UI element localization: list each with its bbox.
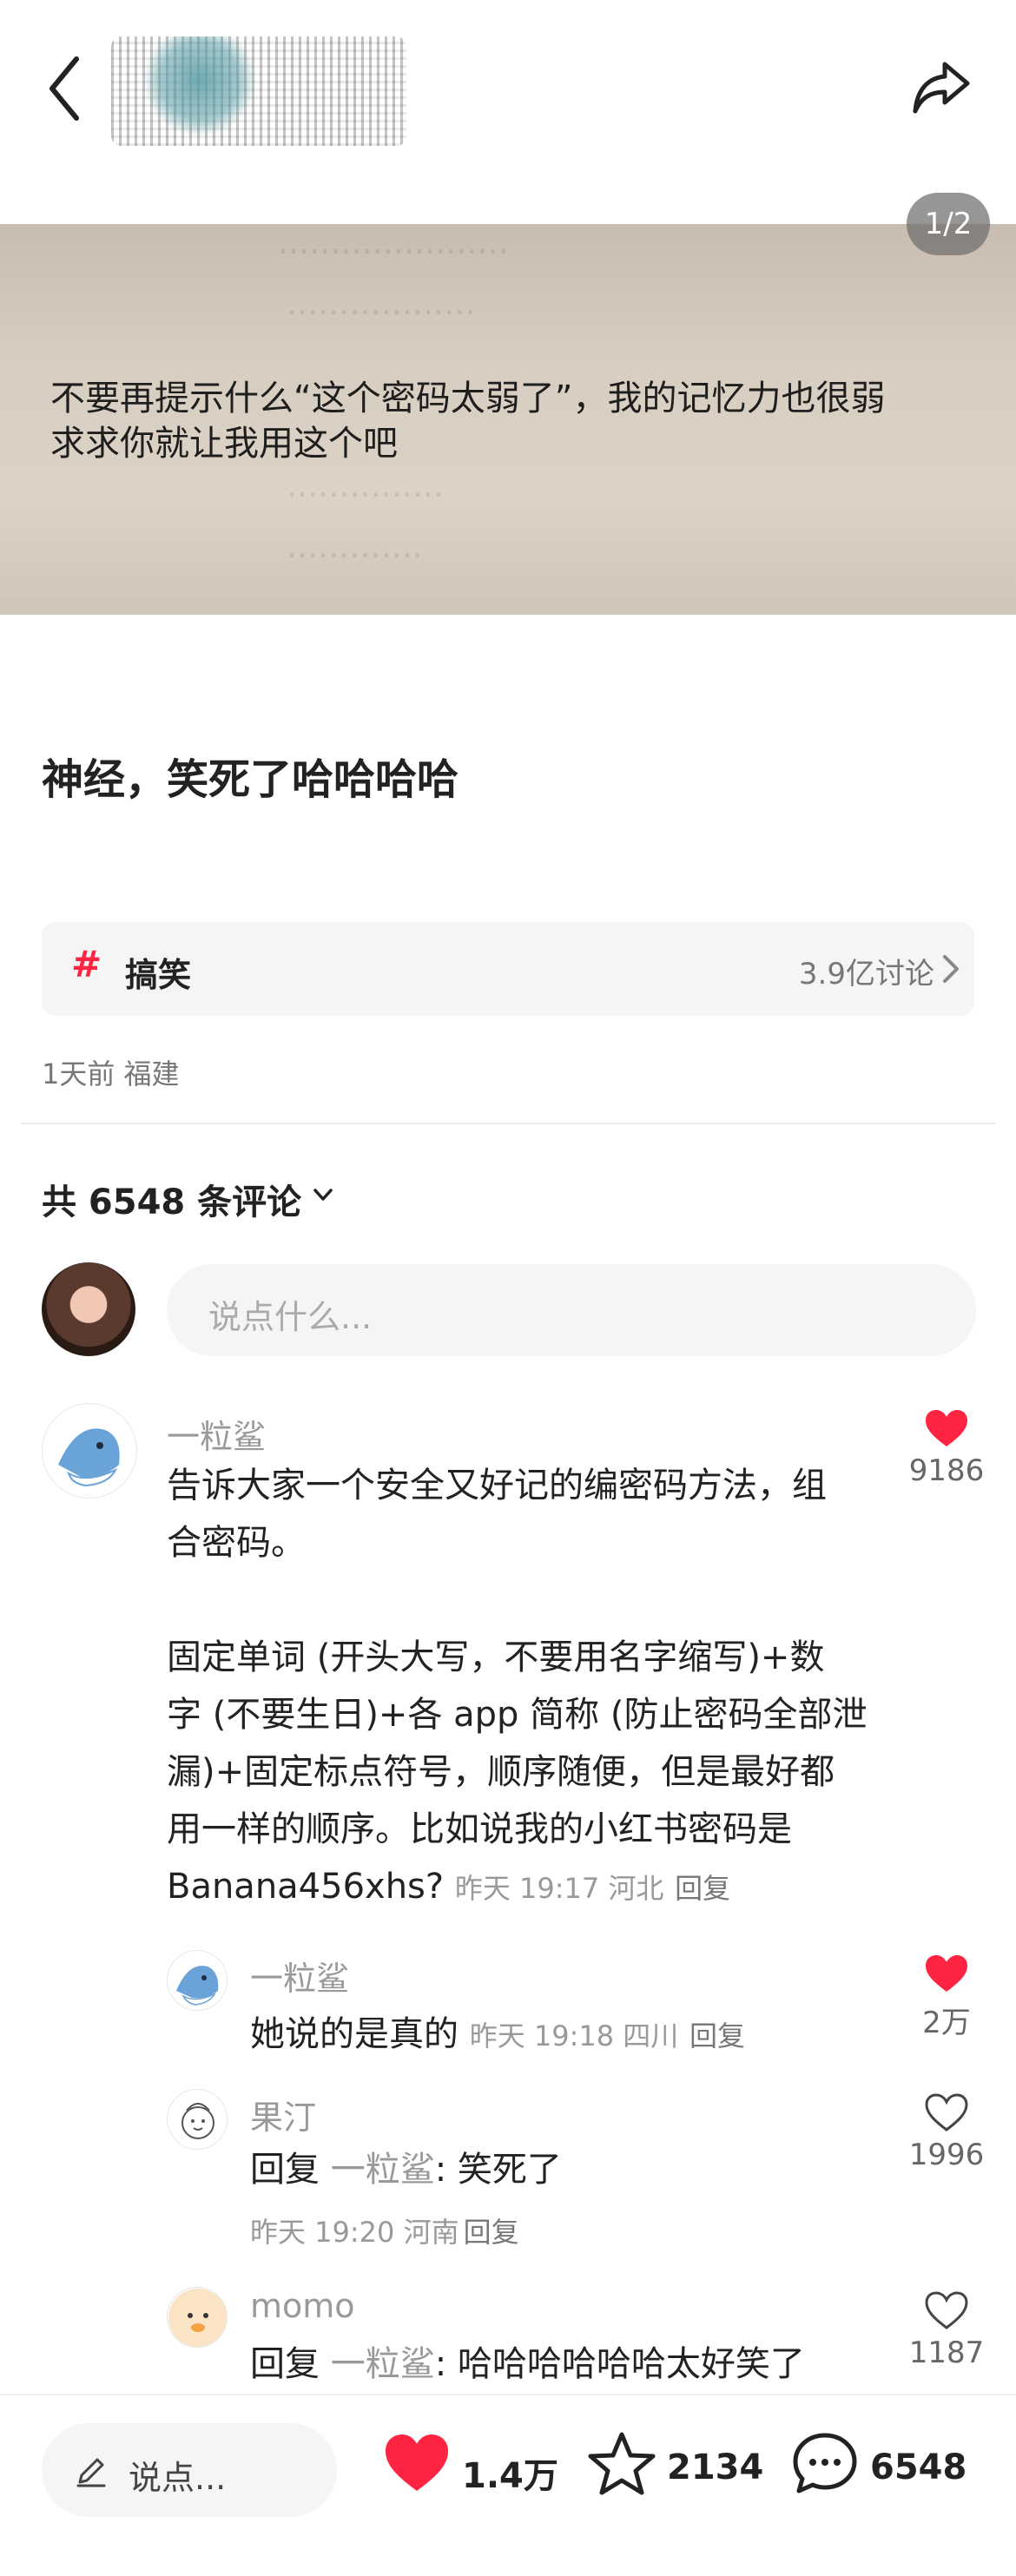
reply-button[interactable]: 回复 xyxy=(675,1872,730,1905)
heart-filled-icon xyxy=(926,1410,967,1446)
shark-avatar-icon xyxy=(176,1966,219,2006)
topic-discussion-count: 3.9亿讨论 xyxy=(798,957,934,992)
reply-text: 回复 一粒鲨: 笑死了 xyxy=(250,2141,562,2198)
heart-outline-icon xyxy=(925,2291,968,2329)
bottom-action-bar: 说点... 1.4万 2134 6548 xyxy=(0,2394,1016,2576)
reply-button[interactable]: 回复 xyxy=(689,2019,745,2052)
post-title: 神经，笑死了哈哈哈哈 xyxy=(42,755,459,804)
reply-content: : 哈哈哈哈哈哈太好笑了 xyxy=(434,2344,805,2384)
comment-line: 告诉大家一个安全又好记的编密码方法，组 xyxy=(167,1466,827,1505)
avatar[interactable] xyxy=(167,2287,228,2348)
reply-prefix: 回复 xyxy=(250,2344,320,2384)
quoted-author[interactable]: 一粒鲨 xyxy=(331,2344,435,2384)
comment-line: 漏)+固定标点符号，顺序随便，但是最好都 xyxy=(167,1752,835,1792)
post-meta-time-location: 1天前 福建 xyxy=(42,1057,180,1090)
chevron-down-icon[interactable] xyxy=(311,1183,335,1207)
heart-filled-icon xyxy=(926,1955,967,1992)
reply-author[interactable]: momo xyxy=(250,2287,355,2325)
divider xyxy=(21,1123,995,1124)
comment-meta: 昨天 19:17 河北 xyxy=(454,1872,664,1905)
cartoon-face-avatar-icon xyxy=(168,2289,227,2347)
comment-line: 字 (不要生日)+各 app 简称 (防止密码全部泄 xyxy=(167,1695,868,1735)
reply-button[interactable]: 回复 xyxy=(464,2216,519,2249)
image-page-counter: 1/2 xyxy=(907,193,990,255)
reply-meta: 昨天 19:20 河南 xyxy=(250,2216,459,2249)
reply-like-button[interactable]: 1996 xyxy=(903,2092,990,2172)
reply-like-button[interactable]: 2万 xyxy=(903,1953,990,2041)
reply-content: : 笑死了 xyxy=(434,2150,562,2190)
comment-count: 6548 xyxy=(870,2448,967,2487)
like-count: 1.4万 xyxy=(462,2456,558,2496)
comment-line: 固定单词 (开头大写，不要用名字缩写)+数 xyxy=(167,1637,825,1677)
doodle-avatar-icon xyxy=(181,2103,214,2139)
shark-avatar-icon xyxy=(58,1428,120,1487)
author-avatar-name-blurred[interactable] xyxy=(111,36,406,146)
comment-count-sort[interactable]: 共 6548 条评论 xyxy=(42,1174,301,1224)
image-caption-line: 求求你就让我用这个吧 xyxy=(50,424,398,464)
avatar[interactable] xyxy=(42,1403,137,1499)
comment-input[interactable]: 说点什么... xyxy=(167,1264,976,1356)
reply-like-button[interactable]: 1187 xyxy=(903,2290,990,2370)
favorite-count: 2134 xyxy=(667,2448,764,2487)
comment-like-button[interactable]: 9186 xyxy=(903,1408,990,1488)
reply-text: 回复 一粒鲨: 哈哈哈哈哈哈太好笑了 xyxy=(250,2336,805,2393)
comment-line: 用一样的顺序。比如说我的小红书密码是 xyxy=(167,1809,792,1849)
image-caption: 不要再提示什么“这个密码太弱了”，我的记忆力也很弱 求求你就让我用这个吧 xyxy=(50,376,885,466)
like-count: 9186 xyxy=(908,1453,985,1488)
comment-button[interactable]: 6548 xyxy=(790,2430,981,2508)
chevron-right-icon xyxy=(943,955,959,983)
like-count: 1996 xyxy=(908,2138,985,2172)
reply-author[interactable]: 果汀 xyxy=(250,2091,316,2138)
image-caption-line: 不要再提示什么“这个密码太弱了”，我的记忆力也很弱 xyxy=(50,379,886,418)
reply-author[interactable]: 一粒鲨 xyxy=(250,1952,349,2000)
heart-filled-icon xyxy=(386,2434,448,2491)
avatar[interactable] xyxy=(167,1950,228,2011)
comment-input-placeholder: 说点什么... xyxy=(208,1298,373,1336)
reply-content: 她说的是真的 xyxy=(250,2014,459,2054)
favorite-button[interactable]: 2134 xyxy=(587,2430,764,2508)
heart-outline-icon xyxy=(925,2093,968,2131)
topic-name: 搞笑 xyxy=(125,956,192,994)
like-button[interactable]: 1.4万 xyxy=(382,2430,558,2508)
comment-line: Banana456xhs? xyxy=(167,1867,445,1907)
hashtag-icon: # xyxy=(71,943,102,985)
like-count: 2万 xyxy=(922,2006,971,2040)
topic-tag-card[interactable]: # 搞笑 3.9亿讨论 xyxy=(42,922,974,1016)
comment-line: 合密码。 xyxy=(167,1523,306,1563)
reply-meta-row: 昨天 19:20 河南 回复 xyxy=(250,2210,519,2250)
like-count: 1187 xyxy=(908,2336,985,2370)
reply-meta: 昨天 19:18 四川 xyxy=(469,2019,679,2052)
comment-text: 告诉大家一个安全又好记的编密码方法，组 合密码。 固定单词 (开头大写，不要用名… xyxy=(167,1457,896,1917)
comment-last-line: Banana456xhs? 昨天 19:17 河北 回复 xyxy=(167,1858,896,1917)
reply-text: 她说的是真的 昨天 19:18 四川 回复 xyxy=(250,2006,745,2065)
bottom-comment-input[interactable]: 说点... xyxy=(42,2423,337,2517)
quoted-author[interactable]: 一粒鲨 xyxy=(331,2150,435,2190)
star-outline-icon xyxy=(588,2432,656,2495)
bottom-input-placeholder: 说点... xyxy=(129,2459,227,2497)
back-chevron-icon[interactable] xyxy=(43,54,87,123)
comment-author[interactable]: 一粒鲨 xyxy=(167,1410,266,1458)
top-bar xyxy=(0,0,1016,174)
pencil-icon xyxy=(76,2458,106,2487)
avatar[interactable] xyxy=(167,2089,228,2150)
comment-bubble-icon xyxy=(793,2433,857,2494)
post-image[interactable]: ······················ ·················… xyxy=(0,224,1016,615)
current-user-avatar xyxy=(42,1262,135,1356)
share-icon[interactable] xyxy=(910,56,973,118)
reply-prefix: 回复 xyxy=(250,2150,320,2190)
